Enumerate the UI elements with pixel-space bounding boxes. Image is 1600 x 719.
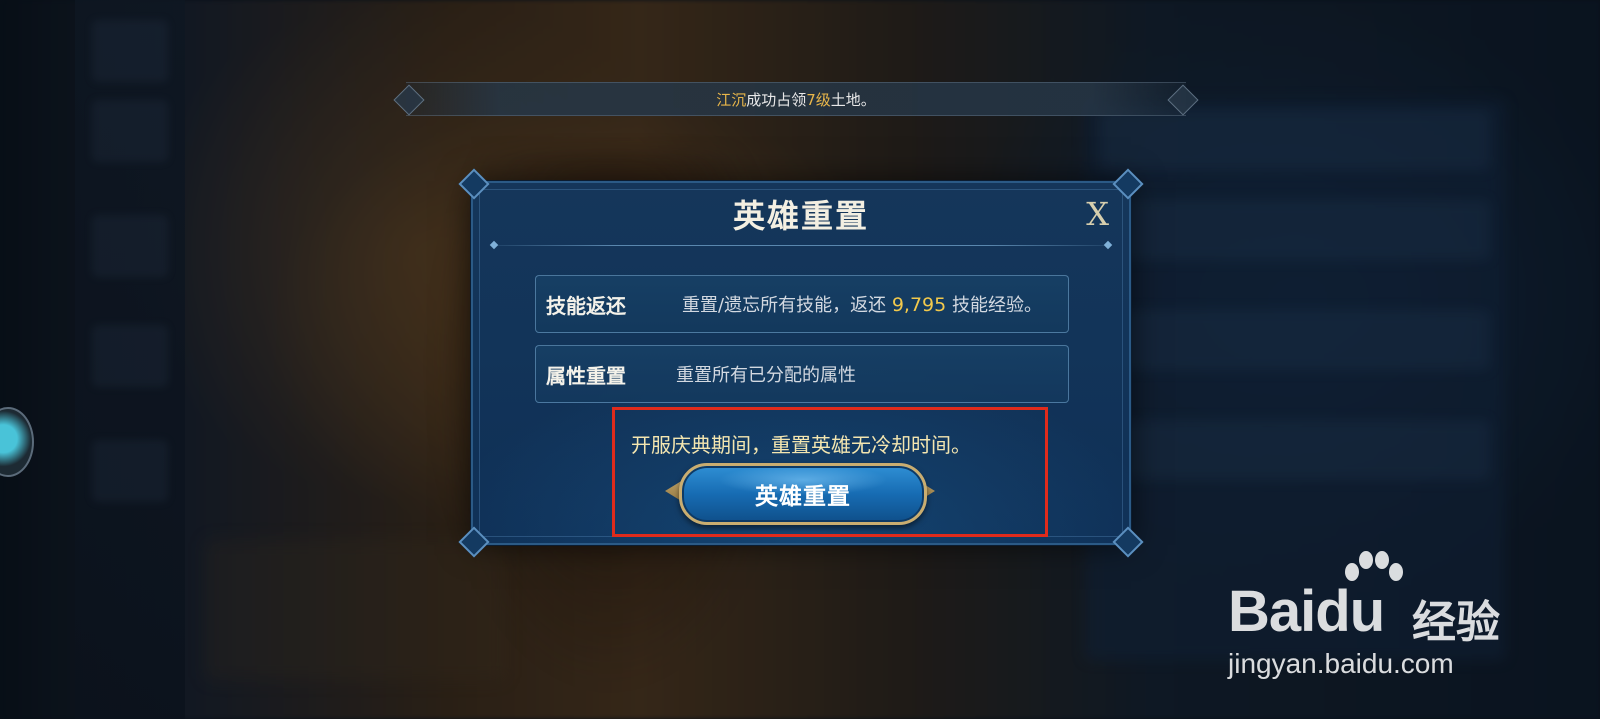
notice-player-name: 江沉 [716,90,747,109]
option-desc-text: 重置/遗忘所有技能，返还 [682,295,887,316]
close-button[interactable]: X [1086,195,1109,233]
option-label: 技能返还 [546,293,626,318]
notice-banner: 江沉 成功占领 7级 土地。 [393,82,1199,116]
option-label: 属性重置 [546,363,626,388]
dialog-title: 英雄重置 [732,197,869,235]
watermark-logo-du: du [1315,579,1385,644]
watermark-url: jingyan.baidu.com [1228,648,1454,679]
option-row-attribute-reset: 属性重置 重置所有已分配的属性 [535,345,1069,403]
option-row-skill-refund: 技能返还 重置/遗忘所有技能，返还 9,795 技能经验。 [535,275,1069,333]
skill-exp-value: 9,795 [891,294,947,316]
notice-text: 成功占领 [746,90,807,109]
watermark-logo-cn: 经验 [1412,597,1500,648]
option-description: 重置/遗忘所有技能，返还 9,795 技能经验。 [682,291,1042,317]
notice-text-end: 土地。 [830,90,876,109]
watermark-logo-bai: Bai [1228,579,1316,644]
notice-level: 7级 [806,90,831,109]
watermark-logo-text: Baidu [1228,578,1385,645]
baidu-jingyan-watermark: Baidu 经验 jingyan.baidu.com [1228,548,1528,688]
option-desc-text-end: 技能经验。 [951,295,1042,316]
annotation-highlight-box [612,407,1048,537]
title-divider [491,245,1111,246]
option-description: 重置所有已分配的属性 [676,365,856,386]
